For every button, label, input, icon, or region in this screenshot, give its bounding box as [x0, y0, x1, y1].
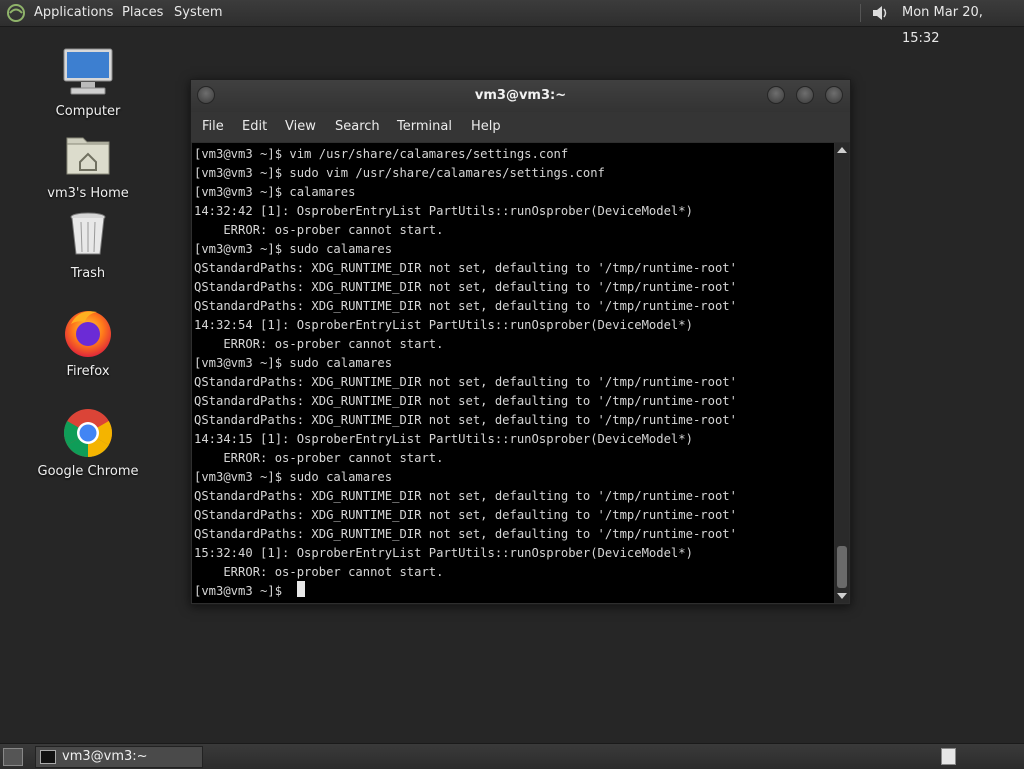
terminal-line: 14:34:15 [1]: OsproberEntryList PartUtil…: [194, 432, 693, 446]
desktop-icon-chrome[interactable]: Google Chrome: [28, 406, 148, 479]
desktop-icon-firefox[interactable]: Firefox: [28, 306, 148, 379]
terminal-line: [vm3@vm3 ~]$ calamares: [194, 185, 356, 199]
volume-icon[interactable]: [870, 3, 890, 23]
terminal-line: [vm3@vm3 ~]$ sudo calamares: [194, 356, 393, 370]
computer-icon: [61, 46, 115, 100]
desktop-icon-label: vm3's Home: [47, 186, 129, 201]
panel-separator: [860, 4, 861, 22]
desktop-icon-computer[interactable]: Computer: [28, 46, 148, 119]
distro-logo-icon[interactable]: [6, 3, 26, 23]
home-folder-icon: [61, 128, 115, 182]
trash-icon: [61, 208, 115, 262]
chrome-icon: [61, 406, 115, 460]
desktop-icon-label: Trash: [70, 266, 106, 281]
menu-view[interactable]: View: [285, 112, 316, 142]
menu-terminal[interactable]: Terminal: [397, 112, 452, 142]
menu-file[interactable]: File: [202, 112, 224, 142]
text-cursor: [297, 581, 305, 597]
terminal-line: QStandardPaths: XDG_RUNTIME_DIR not set,…: [194, 280, 737, 294]
desktop-icon-label: Computer: [55, 104, 121, 119]
terminal-line: QStandardPaths: XDG_RUNTIME_DIR not set,…: [194, 261, 737, 275]
workspace-switcher-icon[interactable]: [941, 748, 956, 765]
terminal-line: 15:32:40 [1]: OsproberEntryList PartUtil…: [194, 546, 693, 560]
desktop-icon-label: Google Chrome: [37, 464, 139, 479]
menu-help[interactable]: Help: [471, 112, 501, 142]
scrollbar-thumb[interactable]: [837, 546, 847, 588]
terminal-line: 14:32:42 [1]: OsproberEntryList PartUtil…: [194, 204, 693, 218]
desktop-icon-trash[interactable]: Trash: [28, 208, 148, 281]
terminal-line: QStandardPaths: XDG_RUNTIME_DIR not set,…: [194, 508, 737, 522]
maximize-button[interactable]: [796, 86, 814, 104]
terminal-scrollbar[interactable]: [835, 143, 849, 603]
terminal-line: ERROR: os-prober cannot start.: [194, 223, 444, 237]
desktop-icon-home[interactable]: vm3's Home: [28, 128, 148, 201]
terminal-window[interactable]: vm3@vm3:~ File Edit View Search Terminal…: [190, 79, 851, 605]
menu-search[interactable]: Search: [335, 112, 380, 142]
clock[interactable]: Mon Mar 20, 15:32: [902, 0, 1024, 52]
terminal-line: QStandardPaths: XDG_RUNTIME_DIR not set,…: [194, 413, 737, 427]
terminal-line: ERROR: os-prober cannot start.: [194, 565, 444, 579]
terminal-line: 14:32:54 [1]: OsproberEntryList PartUtil…: [194, 318, 693, 332]
show-desktop-icon[interactable]: [3, 748, 23, 766]
terminal-line: QStandardPaths: XDG_RUNTIME_DIR not set,…: [194, 394, 737, 408]
places-menu[interactable]: Places: [122, 0, 163, 26]
minimize-button[interactable]: [767, 86, 785, 104]
taskbar-button-label: vm3@vm3:~: [62, 749, 148, 764]
top-panel: Applications Places System Mon Mar 20, 1…: [0, 0, 1024, 46]
terminal-line: QStandardPaths: XDG_RUNTIME_DIR not set,…: [194, 489, 737, 503]
firefox-icon: [61, 306, 115, 360]
scroll-up-arrow-icon[interactable]: [837, 147, 847, 153]
window-titlebar[interactable]: vm3@vm3:~: [191, 80, 850, 112]
terminal-line: QStandardPaths: XDG_RUNTIME_DIR not set,…: [194, 527, 737, 541]
desktop-icon-label: Firefox: [66, 364, 110, 379]
window-title: vm3@vm3:~: [474, 88, 567, 103]
applications-menu[interactable]: Applications: [34, 0, 113, 26]
menu-edit[interactable]: Edit: [242, 112, 267, 142]
terminal-line: [vm3@vm3 ~]$ sudo vim /usr/share/calamar…: [194, 166, 605, 180]
bottom-panel: vm3@vm3:~: [0, 743, 1024, 769]
system-menu[interactable]: System: [174, 0, 222, 26]
terminal-output[interactable]: [vm3@vm3 ~]$ vim /usr/share/calamares/se…: [192, 143, 834, 603]
terminal-line: QStandardPaths: XDG_RUNTIME_DIR not set,…: [194, 299, 737, 313]
window-menubar: File Edit View Search Terminal Help: [191, 112, 850, 142]
close-button[interactable]: [825, 86, 843, 104]
terminal-line: [vm3@vm3 ~]$ sudo calamares: [194, 470, 393, 484]
terminal-icon: [40, 750, 56, 764]
terminal-line: ERROR: os-prober cannot start.: [194, 451, 444, 465]
terminal-line: [vm3@vm3 ~]$ sudo calamares: [194, 242, 393, 256]
terminal-line: ERROR: os-prober cannot start.: [194, 337, 444, 351]
terminal-line: [vm3@vm3 ~]$: [194, 584, 290, 598]
terminal-line: QStandardPaths: XDG_RUNTIME_DIR not set,…: [194, 375, 737, 389]
taskbar-button-terminal[interactable]: vm3@vm3:~: [35, 746, 203, 768]
terminal-line: [vm3@vm3 ~]$ vim /usr/share/calamares/se…: [194, 147, 569, 161]
scroll-down-arrow-icon[interactable]: [837, 593, 847, 599]
